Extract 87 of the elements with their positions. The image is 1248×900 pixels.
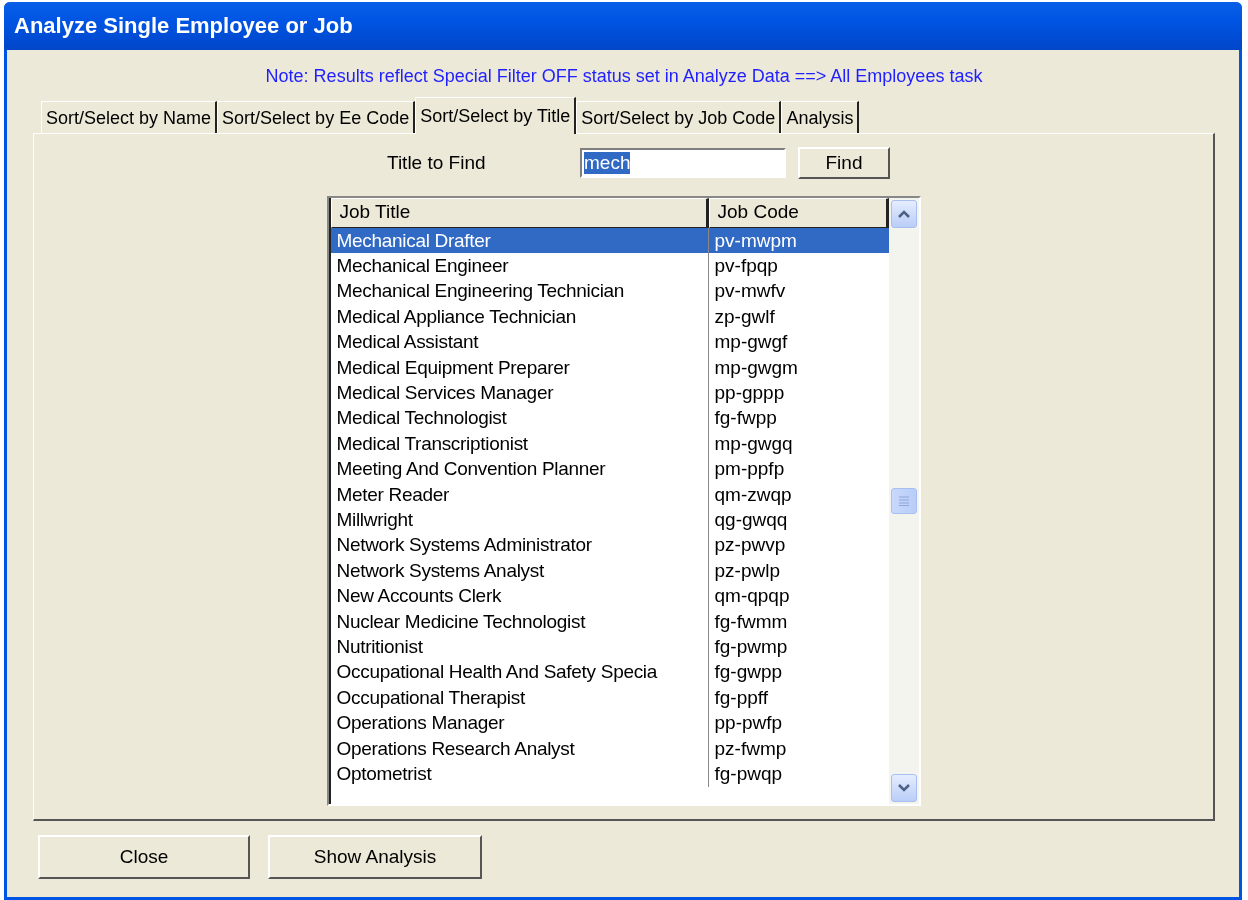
dialog-button[interactable]: Show Analysis	[268, 835, 482, 879]
list-row[interactable]: Nuclear Medicine Technologist fg-fwmm	[330, 608, 889, 635]
chevron-down-icon	[896, 783, 911, 793]
list-row[interactable]: Medical Technologist fg-fwpp	[330, 405, 889, 432]
list-row[interactable]: Network Systems Administrator pz-pwvp	[330, 532, 889, 559]
list-row[interactable]: Occupational Therapist fg-ppff	[330, 685, 889, 711]
table-cell: Mechanical Engineer	[330, 253, 709, 279]
table-cell: Occupational Therapist	[330, 685, 709, 711]
scroll-down-button[interactable]	[890, 774, 917, 802]
table-cell: Medical Appliance Technician	[330, 304, 709, 330]
window-title: Analyze Single Employee or Job	[14, 13, 353, 39]
table-cell: Network Systems Analyst	[330, 558, 709, 584]
table-cell-text: fg-pwqp	[713, 761, 784, 786]
list-row[interactable]: Medical Services Manager pp-gppp	[330, 380, 889, 406]
table-cell: Meter Reader	[330, 481, 709, 508]
column-header[interactable]: Job Title	[330, 198, 709, 228]
table-cell-text: qm-qpqp	[713, 584, 791, 609]
table-cell: Operations Manager	[330, 710, 709, 736]
tab[interactable]: Sort/Select by Title	[415, 97, 577, 134]
list-row[interactable]: Medical Assistant mp-gwgf	[330, 329, 889, 355]
table-cell-text: pp-pwfp	[713, 711, 784, 736]
list-row[interactable]: Operations Research Analyst pz-fwmp	[330, 735, 889, 762]
table-cell: Medical Services Manager	[330, 380, 709, 406]
table-cell: Operations Research Analyst	[330, 735, 709, 762]
table-cell-text: fg-pwmp	[713, 634, 789, 659]
table-cell-text: zp-gwlf	[713, 304, 776, 329]
scroll-up-button[interactable]	[890, 200, 917, 228]
tab[interactable]: Sort/Select by Name	[41, 101, 218, 133]
list-row[interactable]: New Accounts Clerk qm-qpqp	[330, 583, 889, 609]
table-cell-text: pz-fwmp	[713, 736, 788, 761]
find-button[interactable]: Find	[798, 147, 890, 179]
tab[interactable]: Sort/Select by Job Code	[576, 101, 782, 133]
table-cell: Medical Technologist	[330, 405, 709, 432]
tab[interactable]: Analysis	[781, 101, 860, 133]
dialog-button[interactable]: Close	[38, 835, 250, 879]
table-cell: Medical Assistant	[330, 329, 709, 355]
chevron-up-icon	[896, 209, 911, 219]
table-cell: Occupational Health And Safety Specia	[330, 659, 709, 686]
table-cell: Millwright	[330, 507, 709, 533]
list-row[interactable]: Millwright qg-gwqq	[330, 507, 889, 533]
list-row[interactable]: Medical Equipment Preparer mp-gwgm	[330, 354, 889, 381]
table-cell-text: fg-ppff	[713, 685, 770, 710]
column-header[interactable]: Job Code	[708, 198, 889, 228]
table-cell: Meeting And Convention Planner	[330, 456, 709, 482]
list-row[interactable]: Meter Reader qm-zwqp	[330, 481, 889, 508]
table-cell: Mechanical Engineering Technician	[330, 278, 709, 305]
table-cell-text: mp-gwgm	[713, 355, 799, 380]
list-row[interactable]: Nutritionist fg-pwmp	[330, 634, 889, 660]
table-cell-text: fg-gwpp	[713, 660, 784, 685]
list-row[interactable]: Medical Appliance Technician zp-gwlf	[330, 304, 889, 330]
table-cell: Mechanical Drafter	[330, 228, 709, 254]
table-cell-text: pz-pwvp	[713, 533, 787, 558]
scroll-thumb[interactable]	[890, 488, 917, 514]
table-cell-text: mp-gwgq	[713, 431, 794, 456]
table-cell: Network Systems Administrator	[330, 532, 709, 559]
list-row[interactable]: Mechanical Engineering Technician pv-mwfv	[330, 278, 889, 305]
input-field[interactable]: mech	[580, 148, 786, 178]
table-cell-text: pv-mwpm	[713, 228, 798, 253]
table-cell-text: fg-fwpp	[713, 406, 778, 431]
list-row[interactable]: Network Systems Analyst pz-pwlp	[330, 558, 889, 584]
list-row[interactable]: Operations Manager pp-pwfp	[330, 710, 889, 736]
table-cell-text: pz-pwlp	[713, 558, 781, 583]
list-row[interactable]: Meeting And Convention Planner pm-ppfp	[330, 456, 889, 482]
table-cell-text: pp-gppp	[713, 381, 786, 406]
table-cell-text: mp-gwgf	[713, 330, 789, 355]
find-label: Title to Find	[387, 152, 487, 174]
table-cell-text: pv-mwfv	[713, 279, 787, 304]
tab[interactable]: Sort/Select by Ee Code	[217, 101, 416, 133]
table-cell: Medical Equipment Preparer	[330, 354, 709, 381]
table-cell-text: qg-gwqq	[713, 508, 789, 532]
list-row[interactable]: Mechanical Drafter pv-mwpm	[330, 228, 889, 254]
list-row[interactable]: Medical Transcriptionist mp-gwgq	[330, 431, 889, 457]
table-cell-text: pv-fpqp	[713, 254, 779, 279]
table-cell: New Accounts Clerk	[330, 583, 709, 609]
list-row[interactable]: Mechanical Engineer pv-fpqp	[330, 253, 889, 279]
table-cell: Nuclear Medicine Technologist	[330, 608, 709, 635]
list-row[interactable]: Occupational Health And Safety Specia fg-gwpp	[330, 659, 889, 686]
list-row[interactable]: Optometrist fg-pwqp	[330, 761, 889, 787]
table-cell-text: fg-fwmm	[713, 609, 789, 634]
note-text: Note: Results reflect Special Filter OFF status set in Analyze Data ==> All Employees task	[264, 65, 984, 88]
table-cell-text: pm-ppfp	[713, 457, 786, 482]
table-cell: Medical Transcriptionist	[330, 431, 709, 457]
grip-icon	[897, 496, 910, 506]
table-cell: Optometrist	[330, 761, 709, 787]
scrollbar[interactable]	[888, 198, 919, 804]
table-cell-text: qm-zwqp	[713, 482, 793, 507]
table-cell: Nutritionist	[330, 634, 709, 660]
